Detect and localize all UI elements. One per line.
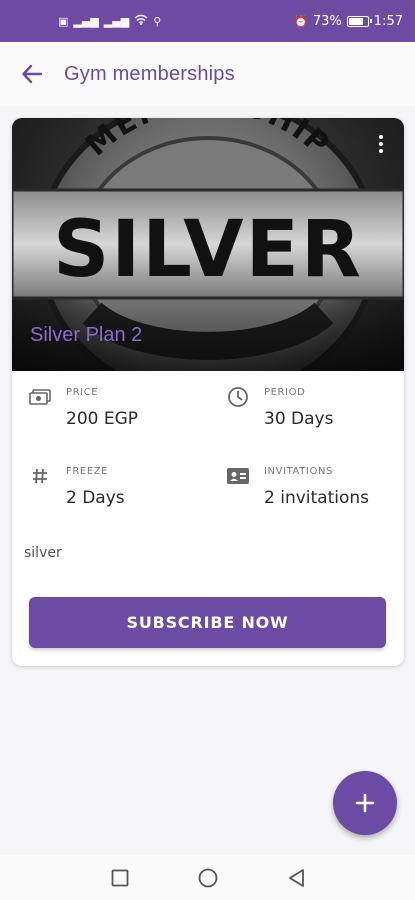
plan-name: Silver Plan 2 bbox=[30, 324, 143, 346]
clock-time: 1:57 bbox=[373, 13, 403, 29]
signal-icon: ▂▄▆ bbox=[73, 14, 99, 28]
subscribe-now-button[interactable]: SUBSCRIBE NOW bbox=[29, 597, 386, 648]
more-options-button[interactable] bbox=[372, 132, 390, 156]
battery-icon bbox=[346, 15, 372, 27]
arrow-left-icon bbox=[22, 64, 43, 84]
plan-image: MEMBERSHIP SILVER Silver Plan 2 bbox=[12, 118, 404, 371]
plus-icon bbox=[355, 793, 375, 813]
clock-icon bbox=[226, 385, 250, 409]
triangle-back-icon bbox=[288, 868, 304, 887]
sim-icon: ▣ bbox=[58, 14, 69, 28]
status-bar: ▣ ▂▄▆ ▂▄▆ ⚲ ⏰ 73% 1:57 bbox=[0, 0, 415, 42]
price-label: PRICE bbox=[66, 387, 99, 398]
invitations-detail: INVITATIONS 2 invitations bbox=[226, 464, 369, 508]
page-title: Gym memberships bbox=[64, 62, 235, 85]
invitations-value: 2 invitations bbox=[264, 488, 370, 508]
battery-percent: 73% bbox=[312, 13, 342, 29]
back-button[interactable] bbox=[0, 42, 64, 106]
freeze-label: FREEZE bbox=[66, 466, 109, 477]
period-value: 30 Days bbox=[264, 409, 334, 429]
membership-card[interactable]: MEMBERSHIP SILVER Silver Plan 2 PRICE 20… bbox=[12, 118, 404, 666]
signal-icon: ▂▄▆ bbox=[103, 14, 130, 28]
price-value: 200 EGP bbox=[66, 409, 139, 429]
square-icon bbox=[111, 869, 128, 886]
system-nav-bar bbox=[0, 855, 415, 900]
invitations-label: INVITATIONS bbox=[264, 466, 333, 477]
alarm-icon: ⏰ bbox=[294, 14, 308, 28]
home-button[interactable] bbox=[197, 867, 219, 889]
wifi-icon bbox=[134, 14, 148, 28]
app-bar: Gym memberships bbox=[0, 42, 415, 106]
status-icons-left: ▣ ▂▄▆ ▂▄▆ ⚲ bbox=[58, 14, 161, 28]
recents-button[interactable] bbox=[109, 867, 131, 889]
more-vertical-icon bbox=[379, 135, 383, 139]
id-card-icon bbox=[226, 464, 250, 488]
period-detail: PERIOD 30 Days bbox=[226, 385, 333, 429]
status-icons-right: ⏰ 73% 1:57 bbox=[294, 14, 403, 29]
price-detail: PRICE 200 EGP bbox=[28, 385, 138, 429]
hero-silver-text: SILVER bbox=[53, 205, 363, 295]
money-icon bbox=[28, 385, 52, 409]
add-button[interactable] bbox=[333, 771, 397, 835]
usb-icon: ⚲ bbox=[153, 14, 162, 28]
period-label: PERIOD bbox=[264, 387, 306, 398]
freeze-detail: FREEZE 2 Days bbox=[28, 464, 125, 508]
back-nav-button[interactable] bbox=[285, 867, 307, 889]
circle-icon bbox=[198, 868, 217, 887]
hash-icon bbox=[28, 464, 52, 488]
freeze-value: 2 Days bbox=[66, 488, 125, 508]
plan-description: silver bbox=[24, 545, 62, 561]
